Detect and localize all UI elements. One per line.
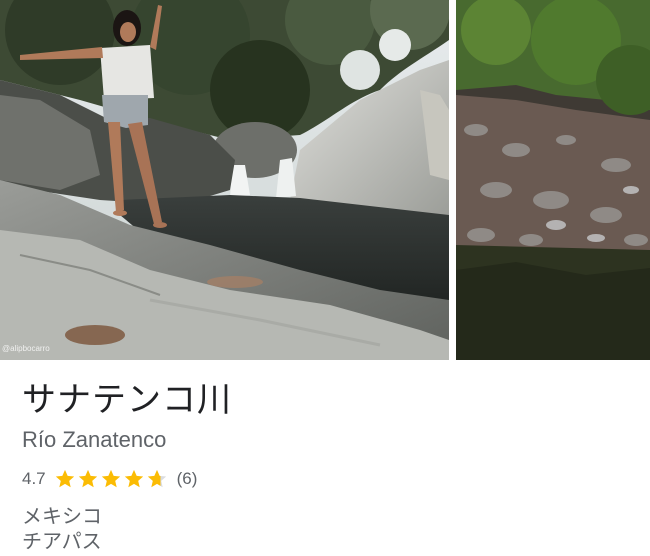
secondary-photo[interactable] (456, 0, 650, 360)
address-country: メキシコ (22, 504, 102, 528)
star-icon (124, 469, 143, 488)
photo-gallery[interactable]: @alipbocarro (0, 0, 650, 360)
place-info: サナテンコ川 Río Zanatenco 4.7 (6) メキシコ チアパス (22, 372, 632, 554)
review-count[interactable]: (6) (177, 469, 198, 489)
main-photo[interactable]: @alipbocarro (0, 0, 449, 360)
star-icon (78, 469, 97, 488)
rating-value: 4.7 (22, 469, 46, 488)
star-icon (147, 469, 166, 488)
place-title: サナテンコ川 (22, 380, 232, 420)
address-region: チアパス (22, 529, 102, 553)
star-rating (54, 468, 169, 490)
star-icon (101, 469, 120, 488)
star-icon (55, 469, 74, 488)
photo-credit: @alipbocarro (2, 344, 50, 353)
address: メキシコ チアパス (22, 504, 632, 554)
place-native-name: Río Zanatenco (22, 427, 167, 452)
rating-row[interactable]: 4.7 (6) (22, 466, 632, 492)
